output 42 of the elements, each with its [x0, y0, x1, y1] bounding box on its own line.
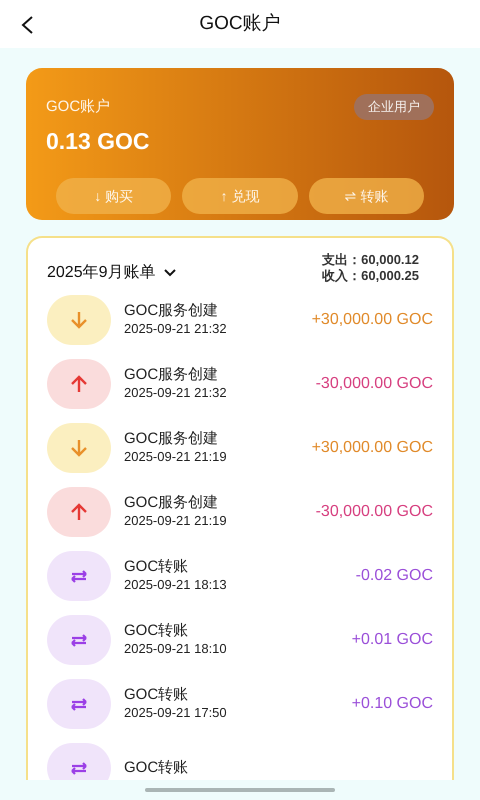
bill-period[interactable]: 2025年9月账单 — [47, 261, 156, 285]
transaction-title: GOC服务创建 — [124, 366, 220, 384]
transaction-title: GOC服务创建 — [124, 494, 220, 512]
transaction-title: GOC转账 — [124, 759, 188, 777]
transaction-amount: +0.01 GOC — [352, 630, 433, 650]
transaction-amount: -30,000.00 GOC — [316, 502, 433, 522]
transaction-time: 2025-09-21 21:32 — [124, 384, 227, 402]
transaction-title: GOC服务创建 — [124, 430, 220, 448]
transaction-amount: +30,000.00 GOC — [312, 310, 433, 330]
transaction-time: 2025-09-21 21:32 — [124, 320, 227, 338]
transfer-icon — [47, 615, 111, 665]
transaction-title: GOC转账 — [124, 686, 190, 704]
expense-total: 支出：60,000.12 — [322, 252, 419, 268]
transaction-title: GOC转账 — [124, 622, 190, 640]
chevron-down-icon[interactable] — [164, 269, 176, 277]
balance: 0.13 GOC — [46, 126, 151, 156]
transaction-amount: +30,000.00 GOC — [312, 438, 433, 458]
transaction-amount: +0.10 GOC — [352, 694, 433, 714]
action-button[interactable]: ↑ 兑现 — [182, 178, 298, 214]
arrow-up-icon — [47, 359, 111, 409]
transaction-title: GOC转账 — [124, 558, 190, 576]
transfer-icon — [47, 679, 111, 729]
transaction-amount: -0.02 GOC — [356, 566, 433, 586]
transaction-amount: -30,000.00 GOC — [316, 374, 433, 394]
page-title: GOC账户 — [199, 12, 281, 36]
action-button[interactable]: ⇌ 转账 — [308, 178, 424, 214]
income-total: 收入：60,000.25 — [322, 268, 419, 284]
arrow-up-icon — [47, 487, 111, 537]
transaction-time: 2025-09-21 21:19 — [124, 448, 227, 466]
transaction-time: 2025-09-21 17:50 — [124, 704, 227, 722]
transaction-time: 2025-09-21 21:19 — [124, 512, 227, 530]
arrow-down-icon — [47, 423, 111, 473]
transaction-time: 2025-09-21 18:13 — [124, 576, 227, 594]
back-icon[interactable] — [20, 15, 34, 35]
transfer-icon — [47, 743, 111, 780]
transfer-icon — [47, 551, 111, 601]
account-label: GOC账户 — [46, 96, 110, 116]
action-button[interactable]: ↓ 购买 — [56, 178, 172, 214]
transaction-title: GOC服务创建 — [124, 302, 220, 320]
user-type-badge: 企业用户 — [354, 94, 434, 120]
transaction-time: 2025-09-21 18:10 — [124, 640, 227, 658]
arrow-down-icon — [47, 295, 111, 345]
